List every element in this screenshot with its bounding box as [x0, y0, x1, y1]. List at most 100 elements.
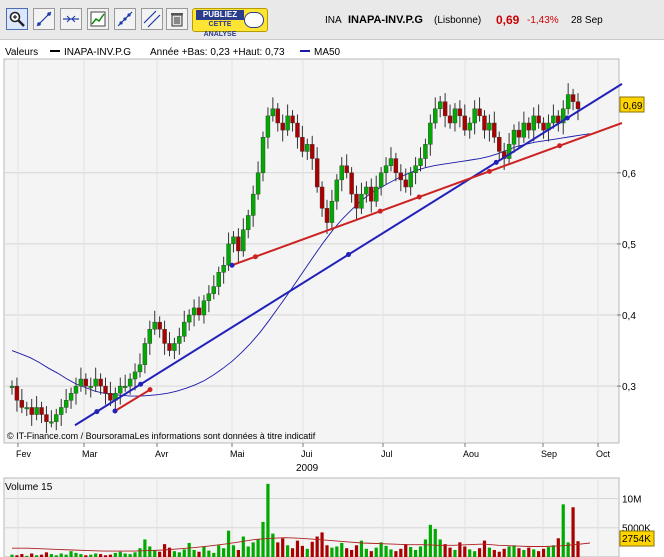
- year-label: 2009: [296, 463, 319, 474]
- candle-body: [147, 329, 153, 344]
- candle-body: [275, 108, 280, 124]
- volume-bar: [561, 504, 565, 557]
- candle-body: [280, 122, 285, 131]
- volume-bar: [433, 528, 437, 557]
- volume-bar: [487, 547, 492, 557]
- toolbar: PUBLIEZ CETTE ANALYSE INA INAPA-INV.P.G …: [0, 0, 664, 40]
- chart-tool-button[interactable]: [87, 8, 109, 30]
- candle-body: [246, 215, 251, 230]
- volume-bar: [384, 545, 388, 557]
- volume-bar: [310, 541, 314, 557]
- volume-bar: [532, 549, 536, 557]
- candle-body: [319, 186, 325, 209]
- volume-bar: [350, 549, 354, 557]
- quote-change: -1,43%: [527, 15, 559, 26]
- parallel-lines-tool-button[interactable]: [141, 8, 163, 30]
- trendline-tool-button[interactable]: [33, 8, 55, 30]
- candle-body: [226, 243, 231, 266]
- candle-body: [250, 193, 256, 216]
- y-tick-label: 0,4: [622, 311, 636, 322]
- trendline-anchor: [94, 409, 100, 415]
- candle-body: [536, 115, 541, 124]
- volume-bar: [507, 546, 511, 557]
- candle-body: [236, 236, 241, 252]
- volume-bar: [418, 546, 423, 557]
- candle-body: [29, 407, 34, 415]
- trendline-icon: [36, 11, 52, 27]
- chart-icon: [90, 11, 106, 27]
- candle-body: [118, 385, 123, 394]
- volume-bar: [231, 545, 236, 557]
- price-chart[interactable]: 0,3 0,4 0,5 0,6 Fev Mar Avr Mai Jui Jul Aou Sep Oct…: [0, 40, 664, 476]
- volume-chart[interactable]: 10M5000K Volume 15 2754K: [0, 476, 664, 557]
- candle-body: [39, 407, 44, 415]
- volume-bar: [546, 547, 551, 557]
- candle-body: [142, 343, 148, 365]
- volume-bar: [300, 545, 304, 557]
- volume-bar: [522, 549, 526, 557]
- delete-tool-button[interactable]: [166, 8, 188, 30]
- volume-bar: [138, 548, 142, 557]
- candle-body: [88, 385, 93, 388]
- volume-bar: [477, 548, 482, 557]
- candle-body: [329, 201, 335, 223]
- candle-body: [108, 393, 113, 401]
- candle-body: [270, 108, 276, 117]
- x-tick-label: Sep: [541, 449, 557, 459]
- candle-body: [221, 265, 226, 273]
- legend-ma-label: MA50: [314, 47, 341, 58]
- volume-bar: [389, 549, 393, 557]
- volume-bar: [473, 551, 477, 557]
- zoom-tool-button[interactable]: [6, 8, 28, 30]
- candle-body: [344, 165, 349, 173]
- volume-bar: [69, 551, 73, 557]
- volume-bar: [212, 552, 216, 557]
- volume-bar: [345, 548, 349, 557]
- volume-bar: [320, 532, 324, 557]
- volume-bar: [192, 549, 196, 557]
- candle-body: [334, 179, 340, 202]
- candle-body: [526, 122, 531, 131]
- trash-icon: [171, 13, 183, 27]
- x-tick-label: Oct: [596, 449, 611, 459]
- volume-bar: [162, 544, 167, 557]
- volume-bar: [197, 551, 201, 557]
- candle-body: [413, 165, 418, 173]
- candle-body: [34, 407, 39, 415]
- candle-body: [442, 101, 448, 117]
- last-price-tag: 0,69: [619, 96, 645, 113]
- candle-body: [521, 122, 527, 138]
- volume-bar: [118, 551, 122, 557]
- candle-body: [378, 172, 384, 188]
- volume-bar: [74, 552, 78, 557]
- volume-bar: [158, 551, 162, 557]
- candle-body: [433, 108, 438, 124]
- volume-bar: [413, 549, 418, 557]
- y-tick-label: 0,6: [622, 169, 636, 180]
- publish-analysis-button[interactable]: PUBLIEZ CETTE ANALYSE: [192, 8, 268, 38]
- legend-series-name: INAPA-INV.P.G: [64, 47, 131, 58]
- horizontal-line-tool-button[interactable]: [60, 8, 82, 30]
- candle-body: [398, 172, 404, 181]
- candle-body: [374, 186, 379, 202]
- volume-bar: [271, 533, 275, 557]
- quote-exchange: (Lisbonne): [434, 15, 482, 26]
- volume-tick-label: 10M: [622, 494, 641, 505]
- volume-bar: [241, 536, 245, 557]
- candle-body: [186, 314, 192, 323]
- volume-bar: [276, 542, 280, 557]
- speech-bubble-icon: [244, 12, 264, 28]
- volume-bar: [399, 548, 403, 557]
- x-tick-label: Avr: [155, 449, 168, 459]
- candle-body: [49, 421, 54, 424]
- fibonacci-tool-button[interactable]: [114, 8, 136, 30]
- candle-body: [216, 272, 221, 287]
- volume-bar: [251, 542, 255, 557]
- candle-body: [44, 414, 49, 422]
- candle-body: [506, 144, 512, 159]
- volume-bar: [113, 552, 117, 557]
- volume-bar: [123, 553, 127, 557]
- volume-title: Volume 15: [5, 482, 53, 493]
- volume-last-label: 2754K: [622, 534, 651, 545]
- candle-body: [369, 186, 374, 202]
